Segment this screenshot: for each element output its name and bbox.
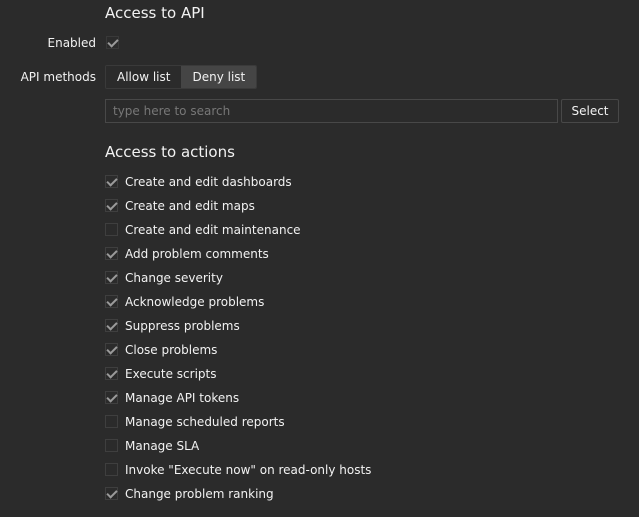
action-checkbox[interactable]: [105, 487, 118, 500]
action-label: Close problems: [125, 343, 218, 357]
enabled-label: Enabled: [47, 36, 97, 50]
action-label: Manage API tokens: [125, 391, 240, 405]
action-label: Acknowledge problems: [125, 295, 265, 309]
action-label: Change problem ranking: [125, 487, 274, 501]
action-label: Add problem comments: [125, 247, 269, 261]
user-role-permissions-form: Access to API Enabled API methods Allow …: [0, 0, 639, 517]
api-methods-label: API methods: [20, 70, 96, 84]
action-label: Invoke "Execute now" on read-only hosts: [125, 463, 372, 477]
allow-list-button[interactable]: Allow list: [106, 66, 182, 88]
action-label: Execute scripts: [125, 367, 217, 381]
action-checkbox[interactable]: [105, 415, 118, 428]
action-label: Create and edit maintenance: [125, 223, 301, 237]
action-label: Create and edit maps: [125, 199, 255, 213]
action-label: Change severity: [125, 271, 223, 285]
action-checkbox[interactable]: [105, 271, 118, 284]
action-checkbox[interactable]: [105, 247, 118, 260]
action-label: Manage scheduled reports: [125, 415, 285, 429]
section-title-api: Access to API: [105, 4, 205, 22]
action-label: Manage SLA: [125, 439, 200, 453]
api-methods-segmented-control: Allow list Deny list: [105, 65, 258, 89]
action-label: Create and edit dashboards: [125, 175, 292, 189]
action-checkbox[interactable]: [105, 463, 118, 476]
action-label: Suppress problems: [125, 319, 240, 333]
deny-list-button[interactable]: Deny list: [181, 66, 257, 88]
action-checkbox[interactable]: [105, 319, 118, 332]
action-checkbox[interactable]: [105, 295, 118, 308]
action-checkbox[interactable]: [105, 367, 118, 380]
section-title-actions: Access to actions: [105, 143, 235, 161]
api-enabled-checkbox[interactable]: [106, 36, 119, 49]
select-button[interactable]: Select: [561, 99, 619, 123]
action-checkbox[interactable]: [105, 439, 118, 452]
action-checkbox[interactable]: [105, 175, 118, 188]
api-methods-search-input[interactable]: [105, 99, 558, 123]
action-checkbox[interactable]: [105, 199, 118, 212]
action-checkbox[interactable]: [105, 223, 118, 236]
action-checkbox[interactable]: [105, 391, 118, 404]
action-checkbox[interactable]: [105, 343, 118, 356]
